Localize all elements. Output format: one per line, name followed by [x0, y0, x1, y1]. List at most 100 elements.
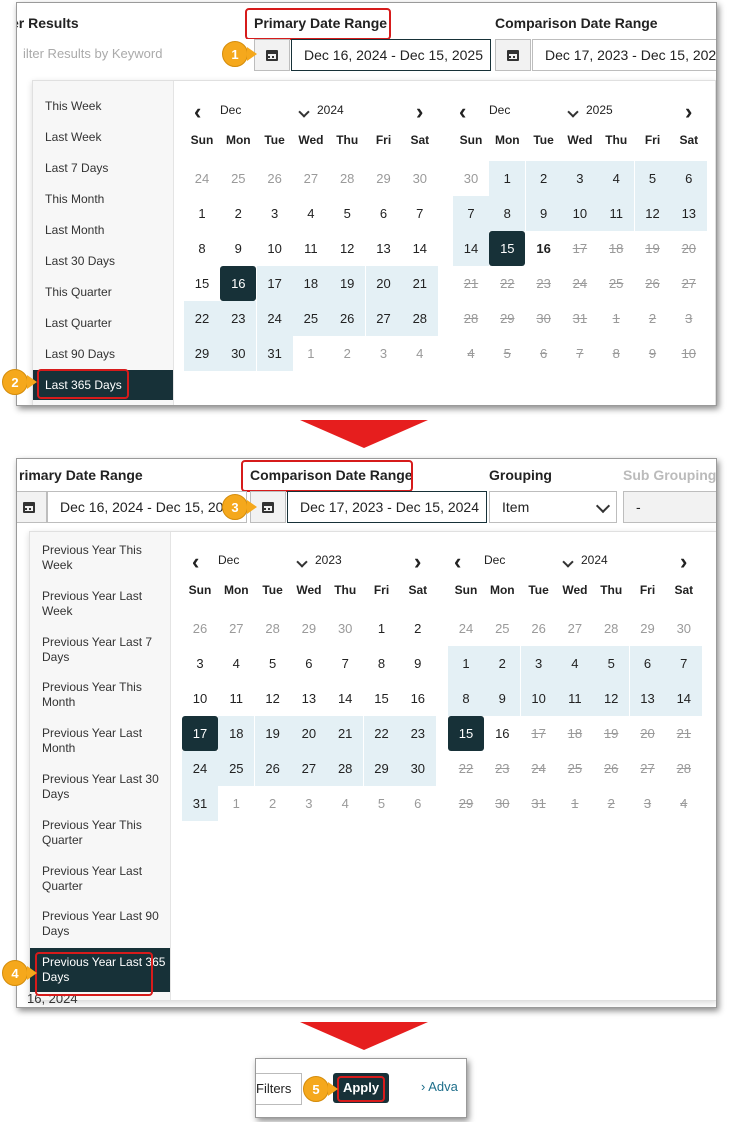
- calendar-day[interactable]: 11: [556, 681, 593, 716]
- calendar-day[interactable]: 27: [290, 751, 327, 786]
- calendar-day[interactable]: 5: [593, 646, 630, 681]
- calendar-day[interactable]: 20: [290, 716, 327, 751]
- calendar-day[interactable]: 3: [561, 161, 598, 196]
- calendar-day[interactable]: 13: [366, 231, 402, 266]
- calendar-day[interactable]: 28: [255, 611, 291, 646]
- calendar-day[interactable]: 2: [525, 161, 562, 196]
- calendar-day[interactable]: 28: [327, 751, 364, 786]
- calendar-day[interactable]: 17: [256, 266, 293, 301]
- calendar-day[interactable]: 25: [484, 611, 520, 646]
- preset-item[interactable]: Previous Year Last 7 Days: [30, 628, 170, 672]
- calendar-day[interactable]: 7: [665, 646, 702, 681]
- calendar-day[interactable]: 27: [365, 301, 402, 336]
- preset-item[interactable]: Last 90 Days: [33, 339, 173, 369]
- next-month-arrow[interactable]: ›: [414, 549, 421, 575]
- calendar-day[interactable]: 16: [220, 266, 257, 301]
- preset-item[interactable]: Last 7 Days: [33, 153, 173, 183]
- preset-item[interactable]: Previous Year Last 30 Days: [30, 765, 170, 809]
- calendar-day[interactable]: 2: [484, 646, 521, 681]
- preset-item[interactable]: Last Quarter: [33, 308, 173, 338]
- calendar-day[interactable]: 1: [293, 336, 329, 371]
- calendar-day[interactable]: 3: [182, 646, 218, 681]
- calendar-day[interactable]: 2: [400, 611, 436, 646]
- calendar-day[interactable]: 24: [256, 301, 293, 336]
- calendar-day[interactable]: 5: [255, 646, 291, 681]
- calendar-day[interactable]: 13: [291, 681, 327, 716]
- calendar-day[interactable]: 14: [453, 231, 489, 266]
- calendar-day[interactable]: 10: [561, 196, 598, 231]
- calendar-day[interactable]: 5: [329, 196, 365, 231]
- calendar-day[interactable]: 21: [327, 716, 364, 751]
- calendar-day[interactable]: 13: [629, 681, 666, 716]
- month-select[interactable]: Dec: [489, 103, 510, 117]
- month-select[interactable]: Dec: [218, 553, 239, 567]
- next-month-arrow[interactable]: ›: [685, 99, 692, 125]
- calendar-day[interactable]: 25: [218, 751, 255, 786]
- calendar-day[interactable]: 1: [218, 786, 254, 821]
- preset-item[interactable]: Last Week: [33, 122, 173, 152]
- calendar-day[interactable]: 2: [255, 786, 291, 821]
- month-select[interactable]: Dec: [220, 103, 241, 117]
- calendar-day[interactable]: 23: [220, 301, 257, 336]
- calendar-day[interactable]: 18: [292, 266, 329, 301]
- calendar-day[interactable]: 8: [184, 231, 220, 266]
- calendar-day[interactable]: 13: [670, 196, 707, 231]
- calendar-day[interactable]: 30: [666, 611, 702, 646]
- calendar-day[interactable]: 2: [329, 336, 365, 371]
- calendar-day[interactable]: 4: [598, 161, 635, 196]
- month-select[interactable]: Dec: [484, 553, 505, 567]
- calendar-day[interactable]: 10: [182, 681, 218, 716]
- calendar-day[interactable]: 30: [327, 611, 363, 646]
- calendar-day[interactable]: 9: [220, 231, 256, 266]
- calendar-day[interactable]: 11: [218, 681, 254, 716]
- calendar-day[interactable]: 12: [329, 231, 365, 266]
- calendar-day[interactable]: 19: [254, 716, 291, 751]
- calendar-day[interactable]: 28: [329, 161, 365, 196]
- calendar-day[interactable]: 12: [255, 681, 291, 716]
- calendar-day[interactable]: 7: [402, 196, 438, 231]
- preset-item[interactable]: Previous Year Last Month: [30, 719, 170, 763]
- calendar-day[interactable]: 29: [363, 751, 400, 786]
- calendar-day[interactable]: 2: [220, 196, 256, 231]
- next-month-arrow[interactable]: ›: [680, 549, 687, 575]
- calendar-day[interactable]: 6: [366, 196, 402, 231]
- calendar-day[interactable]: 30: [399, 751, 436, 786]
- calendar-day[interactable]: 22: [363, 716, 400, 751]
- calendar-day[interactable]: 27: [293, 161, 329, 196]
- calendar-day[interactable]: 12: [634, 196, 671, 231]
- calendar-day[interactable]: 4: [556, 646, 593, 681]
- calendar-day[interactable]: 6: [291, 646, 327, 681]
- calendar-day[interactable]: 7: [453, 196, 489, 231]
- calendar-day[interactable]: 14: [665, 681, 702, 716]
- primary-calendar-button[interactable]: [254, 39, 290, 71]
- calendar-day[interactable]: 27: [557, 611, 593, 646]
- calendar-day[interactable]: 27: [218, 611, 254, 646]
- calendar-day[interactable]: 9: [400, 646, 436, 681]
- calendar-day[interactable]: 30: [402, 161, 438, 196]
- calendar-day[interactable]: 26: [257, 161, 293, 196]
- preset-item[interactable]: Previous Year Last 90 Days: [30, 902, 170, 946]
- calendar-day[interactable]: 16: [526, 231, 562, 266]
- preset-item[interactable]: This Week: [33, 91, 173, 121]
- calendar-day[interactable]: 14: [327, 681, 363, 716]
- preset-item[interactable]: Previous Year This Quarter: [30, 811, 170, 855]
- calendar-day[interactable]: 31: [256, 336, 293, 371]
- comparison-calendar-button[interactable]: [495, 39, 531, 71]
- calendar-day[interactable]: 3: [366, 336, 402, 371]
- calendar-day[interactable]: 28: [401, 301, 438, 336]
- calendar-day[interactable]: 28: [593, 611, 629, 646]
- calendar-day[interactable]: 6: [670, 161, 707, 196]
- calendar-day[interactable]: 18: [218, 716, 255, 751]
- calendar-day[interactable]: 26: [254, 751, 291, 786]
- calendar-day[interactable]: 3: [257, 196, 293, 231]
- calendar-day[interactable]: 21: [401, 266, 438, 301]
- calendar-day[interactable]: 9: [525, 196, 562, 231]
- calendar-day[interactable]: 16: [400, 681, 436, 716]
- calendar-day[interactable]: 16: [484, 716, 520, 751]
- calendar-day[interactable]: 24: [448, 611, 484, 646]
- prev-month-arrow[interactable]: ‹: [194, 99, 201, 125]
- calendar-day[interactable]: 1: [184, 196, 220, 231]
- calendar-day[interactable]: 24: [182, 751, 218, 786]
- preset-item[interactable]: Previous Year Last Week: [30, 582, 170, 626]
- calendar-day[interactable]: 29: [184, 336, 220, 371]
